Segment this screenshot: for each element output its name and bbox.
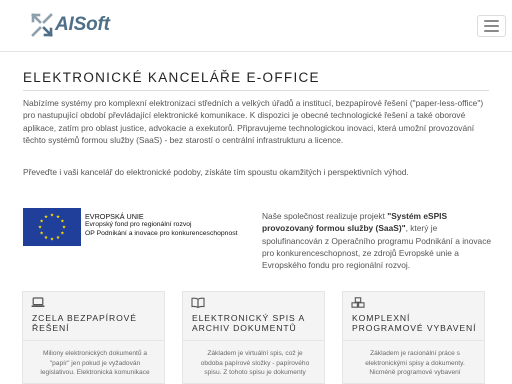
hamburger-icon-bar [484,20,499,22]
laptop-icon [31,297,45,307]
title-divider [23,90,489,91]
feature-title-line: ŘEŠENÍ [32,323,70,334]
feature-card-paperless[interactable]: ZCELA BEZPAPÍROVÉ ŘEŠENÍ Miliony elektro… [22,291,165,384]
feature-description-line: obdoba papírové složky - papírového [200,359,310,367]
hamburger-menu-button[interactable] [477,15,506,37]
feature-description-line: "papír" jen pokud je vyžadován [49,359,141,367]
page-title: ELEKTRONICKÉ KANCELÁŘE E-OFFICE [23,70,320,85]
top-navbar: AISoft [0,0,512,52]
eu-flag-icon [23,208,81,246]
eu-project-description: Naše společnost realizuje projekt "Systé… [262,210,494,271]
hamburger-icon-bar [484,30,499,32]
feature-card-electronic-file[interactable]: ELEKTRONICKÝ SPIS A ARCHIV DOKUMENTŮ Zák… [182,291,325,384]
feature-title-line: ARCHIV DOKUMENTŮ [192,323,297,334]
feature-description: Základem je virtuální spis, což je obdob… [190,349,320,378]
feature-description: Miliony elektronických dokumentů a "papí… [30,349,160,378]
feature-card-software[interactable]: KOMPLEXNÍ PROGRAMOVÉ VYBAVENÍ Základem j… [342,291,485,384]
feature-card-body: Miliony elektronických dokumentů a "papí… [22,341,165,384]
eu-logo-line-2: Evropský fond pro regionální rozvoj [85,221,192,229]
feature-title-line: KOMPLEXNÍ [352,313,411,323]
eu-logo-text: EVROPSKÁ UNIE Evropský fond pro regionál… [85,212,238,238]
feature-title-line: ZCELA BEZPAPÍROVÉ [32,313,137,323]
feature-description: Základem je racionální práce s elektroni… [350,349,480,378]
feature-description-line: Základem je racionální práce s [370,350,460,357]
book-icon [191,297,205,308]
feature-title-line: PROGRAMOVÉ VYBAVENÍ [352,323,477,334]
brand-logo[interactable]: AISoft [30,12,110,38]
feature-description-line: legislativou. Elektronická komunikace [40,369,150,376]
feature-description-line: Miliony elektronických dokumentů a [42,350,148,357]
feature-card-header: ELEKTRONICKÝ SPIS A ARCHIV DOKUMENTŮ [182,291,325,341]
feature-card-header: ZCELA BEZPAPÍROVÉ ŘEŠENÍ [22,291,165,341]
eu-funding-logo: EVROPSKÁ UNIE Evropský fond pro regionál… [23,208,253,246]
project-text-before: Naše společnost realizuje projekt [262,211,388,221]
intro-call-to-action: Převeďte i vaši kancelář do elektronické… [23,167,409,177]
brand-name: AISoft [55,14,110,35]
eu-logo-line-1: EVROPSKÁ UNIE [85,212,144,221]
eu-logo-line-3: OP Podnikání a inovace pro konkurencesch… [85,229,238,237]
feature-title-line: ELEKTRONICKÝ SPIS A [192,313,306,323]
feature-description-line: spisu. Z tohoto spisu je dokumenty [204,369,306,376]
feature-card-body: Základem je racionální práce s elektroni… [342,341,485,384]
feature-description-line: elektronickými spisy a dokumenty. [365,359,465,367]
cubes-icon [351,297,365,308]
feature-description-line: Základem je virtuální spis, což je [207,350,303,357]
feature-description-line: Nicméně programové vybavení [369,369,461,376]
hamburger-icon-bar [484,25,499,27]
feature-title: ZCELA BEZPAPÍROVÉ ŘEŠENÍ [32,313,160,334]
feature-card-header: KOMPLEXNÍ PROGRAMOVÉ VYBAVENÍ [342,291,485,341]
feature-card-body: Základem je virtuální spis, což je obdob… [182,341,325,384]
intro-paragraph: Nabízíme systémy pro komplexní elektroni… [23,98,484,145]
feature-title: KOMPLEXNÍ PROGRAMOVÉ VYBAVENÍ [352,313,480,334]
feature-title: ELEKTRONICKÝ SPIS A ARCHIV DOKUMENTŮ [192,313,320,334]
logo-arrows-icon [31,13,53,37]
